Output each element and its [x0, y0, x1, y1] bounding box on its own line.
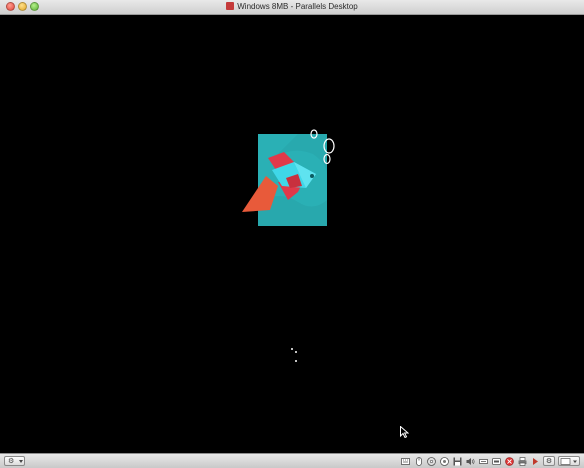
window-title: Windows 8MB - Parallels Desktop: [0, 0, 584, 14]
usb-icon[interactable]: [492, 457, 501, 466]
view-mode-icon: [560, 457, 577, 465]
device-icons: ⚙: [397, 456, 580, 466]
vm-actions-menu-button[interactable]: ⚙: [4, 456, 25, 466]
settings-button[interactable]: ⚙: [543, 456, 555, 466]
floppy-icon[interactable]: [453, 457, 462, 466]
bubbles-graphic: [310, 129, 335, 165]
parallels-window: Windows 8MB - Parallels Desktop ⚙ ⚙: [0, 0, 584, 468]
mouse-pointer-icon: [400, 426, 409, 438]
parallels-vm-icon: [226, 2, 235, 10]
keyboard-icon[interactable]: [401, 457, 410, 466]
play-icon[interactable]: [531, 457, 540, 466]
view-mode-button[interactable]: [558, 456, 580, 466]
chevron-down-icon: [19, 460, 23, 463]
hdd-icon[interactable]: [440, 456, 449, 466]
status-bar: ⚙ ⚙: [0, 453, 584, 468]
gear-icon: ⚙: [8, 458, 15, 465]
window-title-text: Windows 8MB - Parallels Desktop: [237, 2, 358, 11]
speaker-icon[interactable]: [466, 457, 475, 466]
title-bar[interactable]: Windows 8MB - Parallels Desktop: [0, 0, 584, 15]
vm-display[interactable]: [0, 15, 584, 453]
network-icon[interactable]: [479, 457, 488, 466]
printer-icon[interactable]: [518, 456, 527, 466]
mouse-icon[interactable]: [414, 456, 423, 466]
settings-icon: ⚙: [545, 457, 553, 465]
shared-folder-icon[interactable]: [505, 456, 514, 466]
cd-icon[interactable]: [427, 456, 436, 466]
